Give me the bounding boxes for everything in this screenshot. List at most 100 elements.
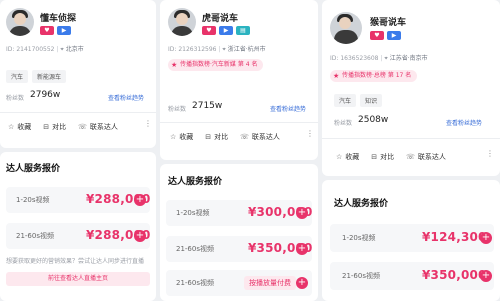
play-badge-icon: ▶ (219, 26, 233, 35)
tag: 汽车 (6, 70, 29, 83)
tag-list: 汽车 新能源车 (6, 70, 67, 83)
fans-label: 粉丝数 (334, 120, 353, 127)
creator-name[interactable]: 虎哥说车 (202, 11, 238, 24)
plus-icon[interactable]: + (296, 277, 308, 289)
location-pin-icon: ⌖ (384, 55, 388, 62)
tag: 新能源车 (32, 70, 67, 83)
pricing-card: 达人服务报价 1-20s视频 ¥124,300 + 21-60s视频 ¥350,… (322, 180, 500, 301)
rank-badge[interactable]: 传播指数榜·总榜 第 17 名 (330, 70, 418, 82)
price-value: ¥124,300 (422, 230, 487, 244)
price-label: 21-60s视频 (342, 272, 380, 280)
creator-column-2: 虎哥说车 ♥ ▶ ▤ ID: 2126312596 | ⌖ 浙江省·杭州市 传播… (160, 0, 318, 301)
divider (0, 112, 156, 113)
creator-meta: ID: 2126312596 | ⌖ 浙江省·杭州市 (168, 46, 266, 53)
compare-icon: ⊟ (43, 123, 50, 131)
compare-icon: ⊟ (205, 133, 212, 141)
play-badge-icon: ▶ (57, 26, 71, 35)
fans-trend-link[interactable]: 查看粉丝趋势 (108, 93, 144, 102)
compare-button[interactable]: ⊟ 对比 (205, 132, 228, 142)
action-bar: ☆ 收藏 ⊟ 对比 ☏ 联系达人 (170, 132, 280, 142)
collect-button[interactable]: ☆ 收藏 (170, 132, 193, 142)
divider (160, 122, 318, 123)
tag-list: 汽车 知识 (334, 94, 383, 107)
price-label: 1-20s视频 (176, 209, 210, 217)
divider (322, 138, 500, 139)
price-row: 21-60s视频 ¥350,000 + (330, 262, 494, 290)
tag: 汽车 (334, 94, 357, 107)
plus-icon[interactable]: + (134, 194, 146, 206)
contact-icon: ☏ (78, 123, 87, 131)
star-icon: ☆ (8, 123, 15, 131)
more-icon[interactable]: ⋮ (144, 119, 152, 128)
livestream-page-button[interactable]: 前往查看达人直播主页 (6, 272, 150, 286)
fans-count: 2508w (358, 115, 389, 125)
plus-icon[interactable]: + (480, 232, 492, 244)
pricing-title: 达人服务报价 (334, 199, 389, 209)
avatar[interactable] (168, 8, 196, 36)
platform-badges: ♥ ▶ ▤ (202, 26, 250, 35)
fans-trend-link[interactable]: 查看粉丝趋势 (446, 118, 482, 127)
price-row: 1-20s视频 ¥288,000 + (6, 187, 150, 213)
plus-icon[interactable]: + (296, 243, 308, 255)
play-badge-icon: ▶ (387, 31, 401, 40)
price-row: 21-60s视频 ¥288,000 + (6, 223, 150, 249)
price-label: 21-60s视频 (176, 279, 214, 287)
contact-button[interactable]: ☏ 联系达人 (240, 132, 280, 142)
price-label: 1-20s视频 (16, 196, 50, 204)
profile-card: 懂车侦探 ♥ ▶ ID: 2141700552 | ⌖ 北京市 汽车 新能源车 … (0, 0, 156, 148)
location-pin-icon: ⌖ (60, 46, 64, 53)
price-label: 21-60s视频 (176, 245, 214, 253)
contact-icon: ☏ (240, 133, 249, 141)
price-row: 1-20s视频 ¥124,300 + (330, 224, 494, 252)
platform-badges: ♥ ▶ (370, 31, 401, 40)
star-icon: ☆ (170, 133, 177, 141)
pricing-title: 达人服务报价 (168, 177, 223, 187)
action-bar: ☆ 收藏 ⊟ 对比 ☏ 联系达人 (336, 152, 446, 162)
pricing-card: 达人服务报价 1-20s视频 ¥288,000 + 21-60s视频 ¥288,… (0, 152, 156, 301)
pricing-card: 达人服务报价 1-20s视频 ¥300,000 + 21-60s视频 ¥350,… (160, 164, 318, 301)
creator-column-3: 猴哥说车 ♥ ▶ ID: 1636523608 | ⌖ 江苏省·南京市 传播指数… (322, 0, 500, 301)
location-pin-icon: ⌖ (222, 46, 226, 53)
fans-label: 粉丝数 (168, 106, 187, 113)
heart-badge-icon: ♥ (40, 26, 54, 35)
fans-trend-link[interactable]: 查看粉丝趋势 (270, 104, 306, 113)
plus-icon[interactable]: + (296, 207, 308, 219)
collect-button[interactable]: ☆ 收藏 (8, 122, 31, 132)
contact-button[interactable]: ☏ 联系达人 (78, 122, 118, 132)
avatar[interactable] (330, 12, 362, 44)
price-row: 1-20s视频 ¥300,000 + (166, 200, 312, 226)
more-icon[interactable]: ⋮ (486, 149, 494, 158)
action-bar: ☆ 收藏 ⊟ 对比 ☏ 联系达人 (8, 122, 118, 132)
tag: 知识 (360, 94, 383, 107)
creator-meta: ID: 2141700552 | ⌖ 北京市 (6, 46, 84, 53)
rank-badge[interactable]: 传播指数榜·汽车新媒 第 4 名 (168, 59, 264, 71)
profile-card: 虎哥说车 ♥ ▶ ▤ ID: 2126312596 | ⌖ 浙江省·杭州市 传播… (160, 0, 318, 160)
heart-badge-icon: ♥ (370, 31, 384, 40)
collect-button[interactable]: ☆ 收藏 (336, 152, 359, 162)
contact-button[interactable]: ☏ 联系达人 (406, 152, 446, 162)
compare-button[interactable]: ⊟ 对比 (43, 122, 66, 132)
chart-badge-icon: ▤ (236, 26, 250, 35)
pay-per-view-button[interactable]: 按播放量付费 (244, 276, 296, 290)
fans-count: 2796w (30, 90, 61, 100)
compare-icon: ⊟ (371, 153, 378, 161)
fans-count: 2715w (192, 101, 223, 111)
platform-badges: ♥ ▶ (40, 26, 71, 35)
creator-column-1: 懂车侦探 ♥ ▶ ID: 2141700552 | ⌖ 北京市 汽车 新能源车 … (0, 0, 156, 301)
price-value: ¥350,000 (422, 268, 487, 282)
heart-badge-icon: ♥ (202, 26, 216, 35)
more-icon[interactable]: ⋮ (306, 129, 314, 138)
contact-icon: ☏ (406, 153, 415, 161)
price-label: 1-20s视频 (342, 234, 376, 242)
price-row: 21-60s视频 按播放量付费 + (166, 270, 312, 296)
creator-name[interactable]: 猴哥说车 (370, 15, 406, 28)
pricing-title: 达人服务报价 (6, 164, 61, 174)
avatar[interactable] (6, 8, 34, 36)
plus-icon[interactable]: + (480, 270, 492, 282)
star-icon: ☆ (336, 153, 343, 161)
compare-button[interactable]: ⊟ 对比 (371, 152, 394, 162)
creator-name[interactable]: 懂车侦探 (40, 11, 76, 24)
plus-icon[interactable]: + (134, 230, 146, 242)
profile-card: 猴哥说车 ♥ ▶ ID: 1636523608 | ⌖ 江苏省·南京市 传播指数… (322, 0, 500, 176)
creator-meta: ID: 1636523608 | ⌖ 江苏省·南京市 (330, 55, 428, 62)
